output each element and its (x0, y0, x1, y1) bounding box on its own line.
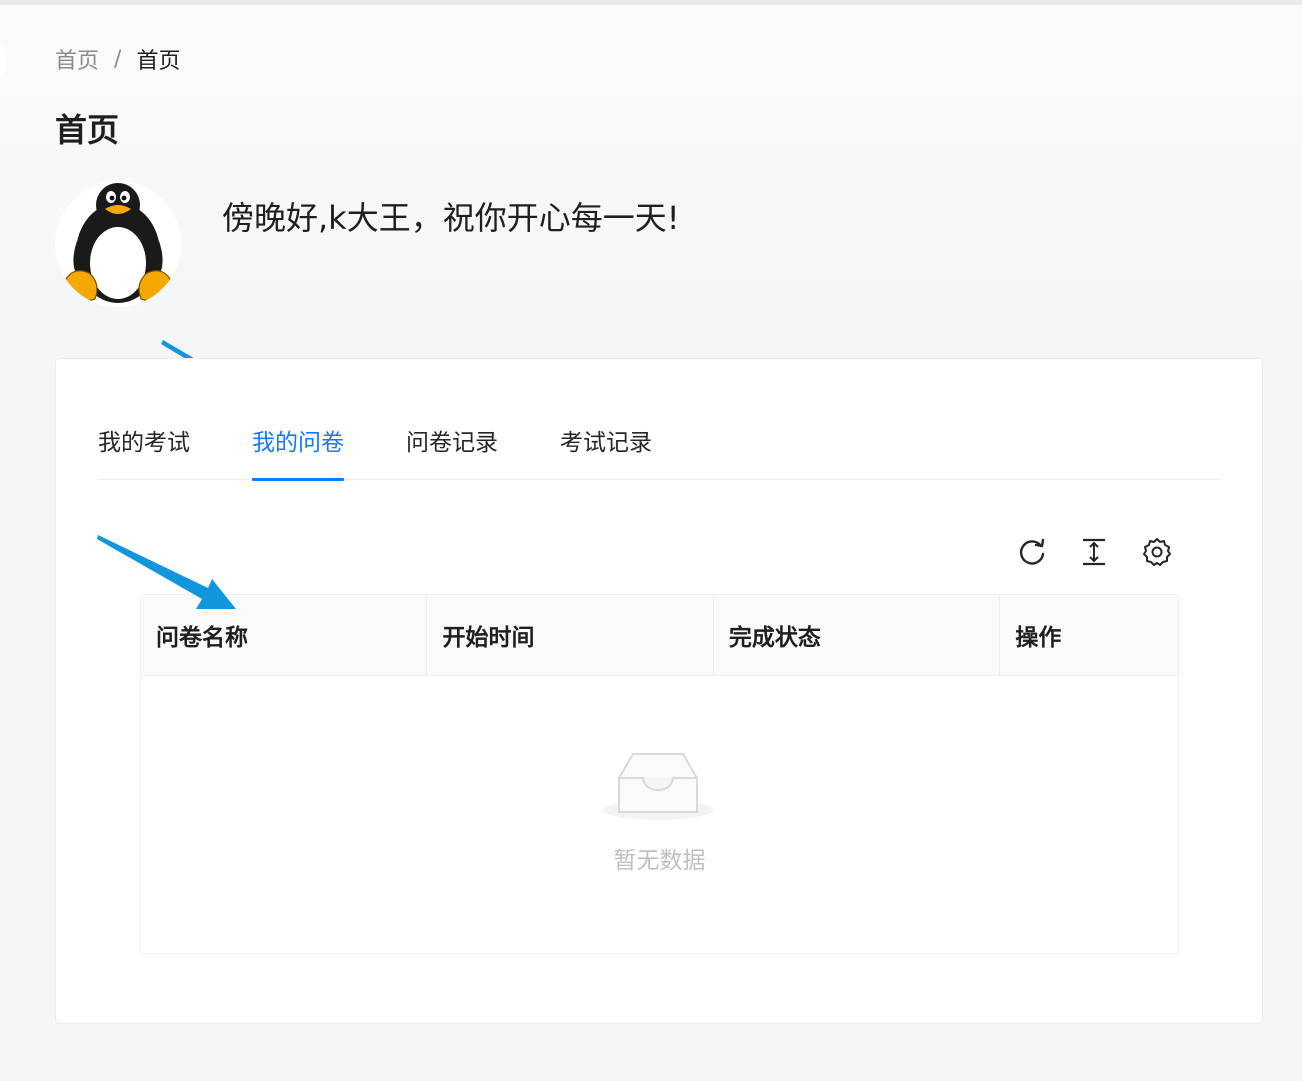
tab-exam-records[interactable]: 考试记录 (560, 423, 652, 480)
column-setting-button[interactable] (1141, 535, 1173, 569)
tab-my-exams[interactable]: 我的考试 (98, 423, 190, 480)
tab-bar: 我的考试 我的问卷 问卷记录 考试记录 (98, 359, 1221, 481)
breadcrumb-home-link[interactable]: 首页 (55, 43, 99, 75)
breadcrumb-separator: / (114, 46, 122, 72)
column-header-actions: 操作 (1015, 625, 1062, 651)
questionnaire-table: 问卷名称 开始时间 完成状态 操作 暂无数据 (140, 594, 1179, 954)
annotation-arrow-icon (97, 535, 236, 609)
tab-questionnaire-records[interactable]: 问卷记录 (406, 423, 498, 480)
empty-state: 暂无数据 (141, 676, 1178, 953)
reload-icon (1019, 538, 1045, 565)
page: 首页 / 首页 首页 傍晚好,k大王，祝你开心每一天! 我的考试 我的问卷 问卷… (0, 0, 1302, 1081)
tab-my-questionnaires[interactable]: 我的问卷 (252, 423, 344, 481)
column-header-status: 完成状态 (714, 595, 1001, 675)
sidebar-collapse-handle[interactable] (0, 45, 6, 77)
empty-inbox-icon (603, 753, 713, 820)
setting-icon (1143, 538, 1171, 566)
avatar (55, 181, 181, 307)
density-button[interactable] (1078, 535, 1110, 569)
table-header: 问卷名称 开始时间 完成状态 操作 (141, 595, 1178, 676)
main-card: 我的考试 我的问卷 问卷记录 考试记录 问卷名称 开始时间 完成状态 操作 暂无… (55, 358, 1263, 1024)
table-toolbar (1016, 535, 1176, 569)
empty-text: 暂无数据 (613, 848, 706, 874)
breadcrumb-current: 首页 (136, 49, 181, 74)
column-header-start-time: 开始时间 (427, 595, 715, 675)
greeting-text: 傍晚好,k大王，祝你开心每一天! (222, 199, 680, 237)
page-title: 首页 (55, 111, 120, 149)
penguin-avatar-icon (62, 183, 174, 303)
breadcrumb: 首页 / 首页 (55, 43, 180, 75)
column-height-icon (1083, 538, 1105, 566)
reload-button[interactable] (1016, 535, 1048, 569)
